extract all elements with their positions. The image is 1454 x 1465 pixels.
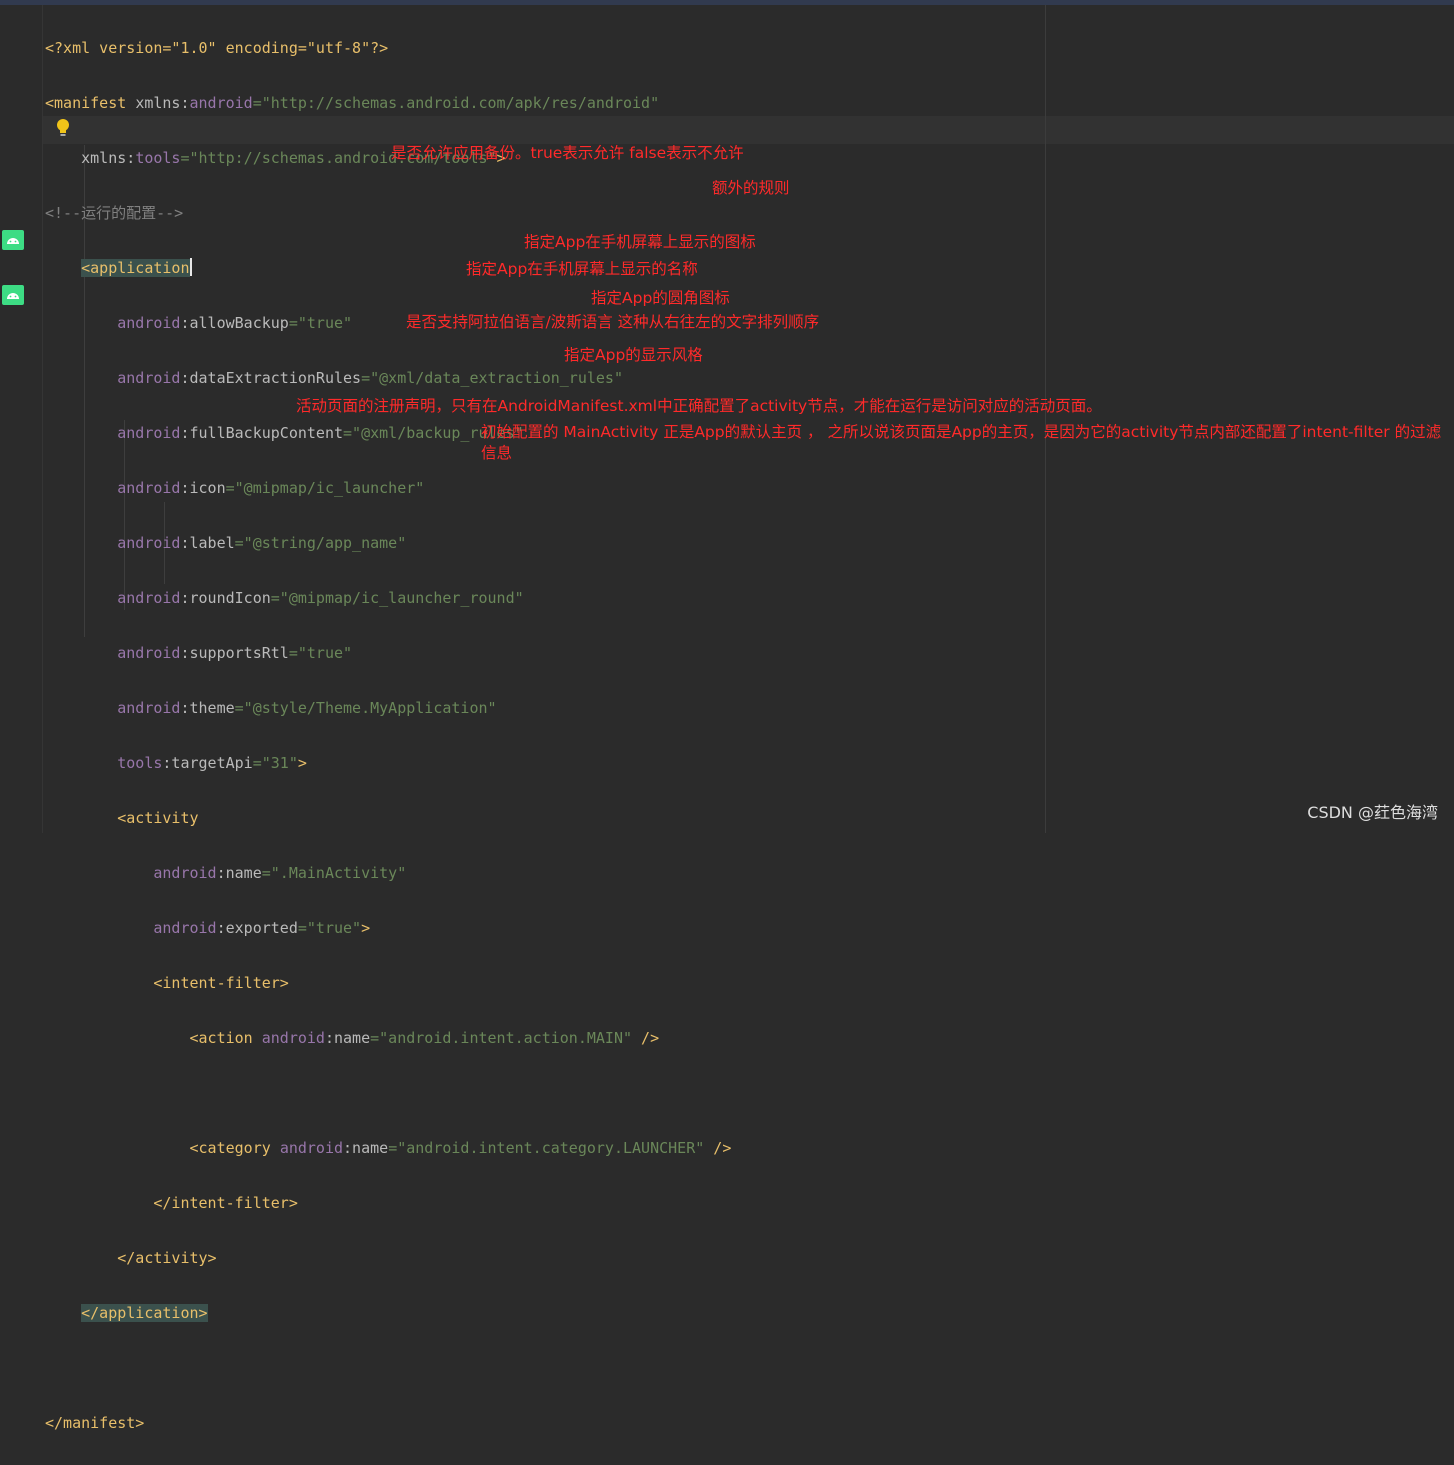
application-open-tag[interactable]: <application (81, 258, 190, 277)
right-margin-guide (1045, 5, 1046, 833)
activity-open-tag: <activity (117, 808, 199, 827)
intent-filter-close-tag: </intent-filter> (153, 1193, 298, 1212)
attribute-name: :name (324, 1028, 371, 1047)
code-line: android:supportsRtl="true" (45, 640, 731, 668)
code-line: android:name=".MainActivity" (45, 860, 731, 888)
annotation-activity: 活动页面的注册声明，只有在AndroidManifest.xml中正确配置了ac… (296, 397, 1102, 415)
attribute-value: ="android.intent.category.LAUNCHER" (388, 1138, 705, 1157)
activity-close-tag: </activity> (117, 1248, 217, 1267)
attribute-value: ="true" (297, 918, 362, 937)
action-tag: <action (189, 1028, 253, 1047)
code-line: <?xml version="1.0" encoding="utf-8"?> (45, 35, 731, 63)
annotation-allow-backup: 是否允许应用备份。true表示允许 false表示不允许 (391, 144, 744, 162)
attribute-value: =".MainActivity" (261, 863, 407, 882)
xmlns-attribute: xmlns: (135, 93, 190, 112)
category-tag: <category (189, 1138, 271, 1157)
namespace-prefix: android (117, 423, 181, 442)
attribute-value: ="31" (252, 753, 298, 772)
tag-close: > (297, 753, 307, 772)
namespace-prefix: android (117, 588, 181, 607)
attribute-value: ="@style/Theme.MyApplication" (234, 698, 497, 717)
attribute-value: ="@mipmap/ic_launcher_round" (270, 588, 524, 607)
tag-close: > (361, 918, 371, 937)
namespace-prefix: android (261, 1028, 325, 1047)
attribute-name: :roundIcon (180, 588, 271, 607)
annotation-extraction-rules: 额外的规则 (712, 179, 790, 197)
attribute-value: ="true" (288, 643, 353, 662)
attribute-value: ="@mipmap/ic_launcher" (225, 478, 425, 497)
attribute-name: :exported (216, 918, 298, 937)
attribute-name: :fullBackupContent (180, 423, 344, 442)
annotation-theme: 指定App的显示风格 (564, 346, 703, 364)
annotation-supports-rtl: 是否支持阿拉伯语言/波斯语言 这种从右往左的文字排列顺序 (406, 313, 820, 331)
attribute-name: :icon (180, 478, 226, 497)
annotation-icon: 指定App在手机屏幕上显示的图标 (524, 233, 756, 251)
attribute-name: :name (216, 863, 262, 882)
code-line: android:icon="@mipmap/ic_launcher" (45, 475, 731, 503)
code-line: </application> (45, 1300, 731, 1328)
xml-declaration: <?xml version="1.0" encoding="utf-8"?> (45, 38, 389, 57)
manifest-close-tag: </manifest> (45, 1413, 145, 1432)
namespace-prefix: android (117, 698, 181, 717)
attribute-value: ="android.intent.action.MAIN" (370, 1028, 633, 1047)
tag-close: /> (632, 1028, 660, 1047)
namespace-prefix: android (117, 643, 181, 662)
attribute-value: ="@xml/data_extraction_rules" (361, 368, 623, 387)
code-line: <activity (45, 805, 731, 833)
editor-gutter[interactable] (0, 5, 43, 833)
namespace-prefix: tools (117, 753, 163, 772)
manifest-open-tag: <manifest (45, 93, 127, 112)
attribute-name: :theme (180, 698, 235, 717)
code-line: <category android:name="android.intent.c… (45, 1135, 732, 1163)
attribute-name: :targetApi (162, 753, 253, 772)
watermark: CSDN @荭色海湾 (1307, 803, 1438, 822)
namespace-prefix: android (189, 93, 253, 112)
annotation-round-icon: 指定App的圆角图标 (591, 289, 730, 307)
attribute-name: :label (180, 533, 235, 552)
attribute-name: :name (343, 1138, 389, 1157)
code-line: android:exported="true"> (45, 915, 731, 943)
annotation-label: 指定App在手机屏幕上显示的名称 (466, 260, 698, 278)
attribute-name: :allowBackup (180, 313, 289, 332)
namespace-prefix: android (117, 368, 181, 387)
editor-top-border (0, 0, 1454, 5)
code-line: <intent-filter> (45, 970, 731, 998)
annotation-main-activity: 初始配置的 MainActivity 正是App的默认主页 ， 之所以说该页面是… (481, 423, 1442, 462)
code-line: </manifest> (45, 1410, 731, 1438)
namespace-prefix: android (279, 1138, 344, 1157)
attribute-value: ="http://schemas.android.com/apk/res/and… (252, 93, 660, 112)
code-line: android:dataExtractionRules="@xml/data_e… (45, 365, 731, 393)
code-line: <manifest xmlns:android="http://schemas.… (45, 90, 731, 118)
code-line: tools:targetApi="31"> (45, 750, 731, 778)
code-line: <!--运行的配置--> (45, 200, 731, 228)
intent-filter-open-tag: <intent-filter> (153, 973, 289, 992)
attribute-value: ="@string/app_name" (234, 533, 407, 552)
namespace-prefix: tools (135, 148, 181, 167)
attribute-name: :dataExtractionRules (180, 368, 362, 387)
code-editor[interactable]: <?xml version="1.0" encoding="utf-8"?> <… (45, 7, 731, 1465)
namespace-prefix: android (117, 533, 181, 552)
code-line: android:theme="@style/Theme.MyApplicatio… (45, 695, 731, 723)
namespace-prefix: android (117, 478, 181, 497)
code-line: android:label="@string/app_name" (45, 530, 731, 558)
code-line: android:roundIcon="@mipmap/ic_launcher_r… (45, 585, 731, 613)
xmlns-attribute: xmlns: (81, 148, 136, 167)
xml-comment: <!--运行的配置--> (45, 203, 184, 222)
code-line: </activity> (45, 1245, 731, 1273)
code-line: </intent-filter> (45, 1190, 731, 1218)
namespace-prefix: android (153, 918, 217, 937)
namespace-prefix: android (117, 313, 181, 332)
android-icon[interactable] (2, 285, 24, 305)
code-line: <action android:name="android.intent.act… (45, 1025, 731, 1053)
attribute-value: ="true" (288, 313, 353, 332)
android-icon[interactable] (2, 230, 24, 250)
namespace-prefix: android (153, 863, 217, 882)
application-close-tag[interactable]: </application> (81, 1303, 208, 1322)
tag-close: /> (704, 1138, 732, 1157)
text-caret (189, 257, 192, 276)
attribute-name: :supportsRtl (180, 643, 289, 662)
